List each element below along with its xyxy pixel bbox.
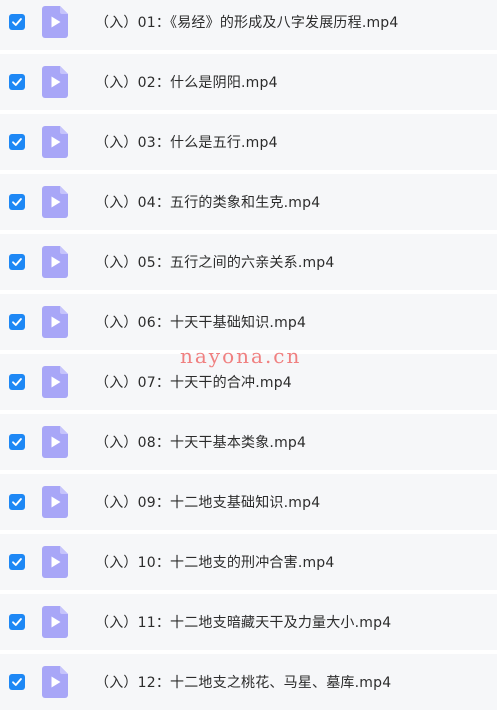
check-icon (12, 498, 22, 506)
check-icon (12, 678, 22, 686)
video-file-icon (42, 666, 68, 698)
check-icon (12, 318, 22, 326)
checkbox-checked[interactable] (9, 14, 25, 30)
check-icon (12, 78, 22, 86)
video-file-icon (42, 426, 68, 458)
checkbox-checked[interactable] (9, 494, 25, 510)
video-file-icon (42, 606, 68, 638)
list-item[interactable]: （入）10：十二地支的刑冲合害.mp4 (0, 534, 497, 590)
file-name: （入）01：《易经》的形成及八字发展历程.mp4 (95, 15, 399, 31)
check-icon (12, 378, 22, 386)
file-name: （入）02：什么是阴阳.mp4 (95, 75, 278, 91)
file-name: （入）07：十天干的合冲.mp4 (95, 375, 292, 391)
file-name: （入）03：什么是五行.mp4 (95, 135, 278, 151)
list-item[interactable]: （入）06：十天干基础知识.mp4 (0, 294, 497, 350)
check-icon (12, 438, 22, 446)
video-file-icon (42, 186, 68, 218)
list-item[interactable]: （入）12：十二地支之桃花、马星、墓库.mp4 (0, 654, 497, 710)
checkbox-checked[interactable] (9, 314, 25, 330)
check-icon (12, 198, 22, 206)
checkbox-checked[interactable] (9, 434, 25, 450)
file-name: （入）06：十天干基础知识.mp4 (95, 315, 307, 331)
video-file-icon (42, 546, 68, 578)
checkbox-checked[interactable] (9, 674, 25, 690)
file-name: （入）11：十二地支暗藏天干及力量大小.mp4 (95, 615, 392, 631)
check-icon (12, 558, 22, 566)
video-file-icon (42, 126, 68, 158)
checkbox-checked[interactable] (9, 194, 25, 210)
video-file-icon (42, 306, 68, 338)
list-item[interactable]: （入）02：什么是阴阳.mp4 (0, 54, 497, 110)
video-file-icon (42, 66, 68, 98)
video-file-icon (42, 366, 68, 398)
file-name: （入）12：十二地支之桃花、马星、墓库.mp4 (95, 675, 392, 691)
list-item[interactable]: （入）01：《易经》的形成及八字发展历程.mp4 (0, 0, 497, 50)
list-item[interactable]: （入）09：十二地支基础知识.mp4 (0, 474, 497, 530)
list-item[interactable]: （入）05：五行之间的六亲关系.mp4 (0, 234, 497, 290)
check-icon (12, 18, 22, 26)
file-name: （入）09：十二地支基础知识.mp4 (95, 495, 321, 511)
checkbox-checked[interactable] (9, 254, 25, 270)
checkbox-checked[interactable] (9, 614, 25, 630)
list-item[interactable]: （入）04：五行的类象和生克.mp4 (0, 174, 497, 230)
file-name: （入）08：十天干基本类象.mp4 (95, 435, 307, 451)
check-icon (12, 258, 22, 266)
list-item[interactable]: （入）11：十二地支暗藏天干及力量大小.mp4 (0, 594, 497, 650)
checkbox-checked[interactable] (9, 74, 25, 90)
video-file-icon (42, 246, 68, 278)
file-name: （入）05：五行之间的六亲关系.mp4 (95, 255, 335, 271)
checkbox-checked[interactable] (9, 134, 25, 150)
file-name: （入）10：十二地支的刑冲合害.mp4 (95, 555, 335, 571)
file-name: （入）04：五行的类象和生克.mp4 (95, 195, 321, 211)
checkbox-checked[interactable] (9, 554, 25, 570)
list-item[interactable]: （入）07：十天干的合冲.mp4 (0, 354, 497, 410)
check-icon (12, 618, 22, 626)
checkbox-checked[interactable] (9, 374, 25, 390)
check-icon (12, 138, 22, 146)
list-item[interactable]: （入）03：什么是五行.mp4 (0, 114, 497, 170)
list-item[interactable]: （入）08：十天干基本类象.mp4 (0, 414, 497, 470)
video-file-icon (42, 486, 68, 518)
video-file-icon (42, 6, 68, 38)
